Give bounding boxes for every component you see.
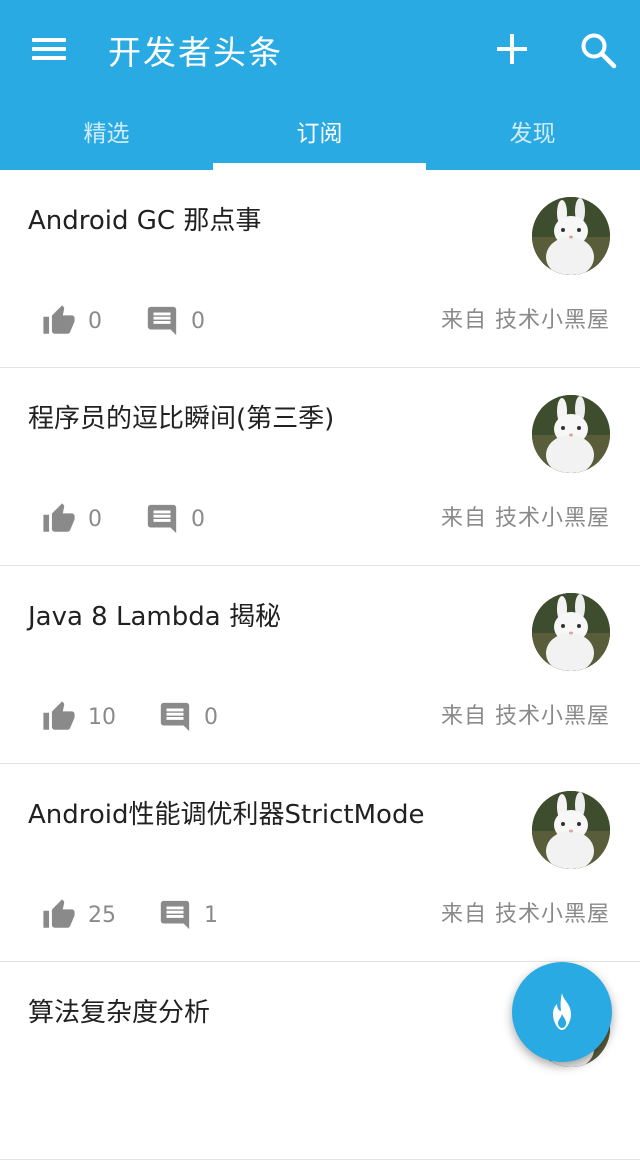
active-tab-indicator [213,163,426,170]
comment-stat[interactable]: 1 [158,898,218,932]
comment-stat[interactable]: 0 [158,700,218,734]
add-button[interactable] [495,32,529,66]
comment-icon [147,306,177,336]
tab-subscribed[interactable]: 订阅 [213,100,426,170]
rabbit-avatar-image [532,791,610,869]
rabbit-avatar-image [532,593,610,671]
like-stat[interactable]: 0 [42,304,102,338]
article-title[interactable]: Android GC 那点事 [28,204,508,238]
app-title: 开发者头条 [108,33,283,72]
comment-count: 1 [204,902,218,928]
author-avatar[interactable] [532,593,610,671]
rabbit-avatar-image [532,395,610,473]
tab-bar: 精选 订阅 发现 [0,100,640,170]
author-avatar[interactable] [532,395,610,473]
like-count: 0 [88,308,102,334]
comment-icon [160,900,190,930]
article-title[interactable]: Android性能调优利器StrictMode [28,798,508,832]
like-count: 0 [88,506,102,532]
article-title[interactable]: 算法复杂度分析 [28,996,508,1030]
article-title[interactable]: Java 8 Lambda 揭秘 [28,600,508,634]
article-title[interactable]: 程序员的逗比瞬间(第三季) [28,402,508,436]
article-source[interactable]: 来自 技术小黑屋 [441,700,610,734]
search-icon [581,33,617,69]
comment-stat[interactable]: 0 [145,502,205,536]
article-card[interactable]: Android GC 那点事 0 0 来自 技术小黑屋 [0,170,640,368]
thumbs-up-icon [43,305,75,334]
article-card[interactable]: Android性能调优利器StrictMode 25 1 来自 技术小黑屋 [0,764,640,962]
comment-count: 0 [191,506,205,532]
like-count: 10 [88,704,116,730]
thumbs-up-icon [43,701,75,730]
author-avatar[interactable] [532,791,610,869]
article-source[interactable]: 来自 技术小黑屋 [441,502,610,536]
article-source[interactable]: 来自 技术小黑屋 [441,304,610,338]
hot-fab-button[interactable] [512,962,612,1062]
flame-icon [553,993,571,1030]
comment-icon [160,702,190,732]
comment-stat[interactable]: 0 [145,304,205,338]
thumbs-up-icon [43,899,75,928]
comment-icon [147,504,177,534]
comment-count: 0 [191,308,205,334]
app-bar: 开发者头条 精选 订阅 发现 [0,0,640,170]
author-avatar[interactable] [532,197,610,275]
tab-discover[interactable]: 发现 [426,100,639,170]
article-card[interactable]: 程序员的逗比瞬间(第三季) 0 0 来自 技术小黑屋 [0,368,640,566]
like-count: 25 [88,902,116,928]
menu-button[interactable] [30,34,70,64]
search-button[interactable] [578,30,618,70]
rabbit-avatar-image [532,197,610,275]
thumbs-up-icon [43,503,75,532]
like-stat[interactable]: 10 [42,700,116,734]
like-stat[interactable]: 25 [42,898,116,932]
article-source[interactable]: 来自 技术小黑屋 [441,898,610,932]
comment-count: 0 [204,704,218,730]
article-card[interactable]: Java 8 Lambda 揭秘 10 0 来自 技术小黑屋 [0,566,640,764]
tab-featured[interactable]: 精选 [0,100,213,170]
like-stat[interactable]: 0 [42,502,102,536]
